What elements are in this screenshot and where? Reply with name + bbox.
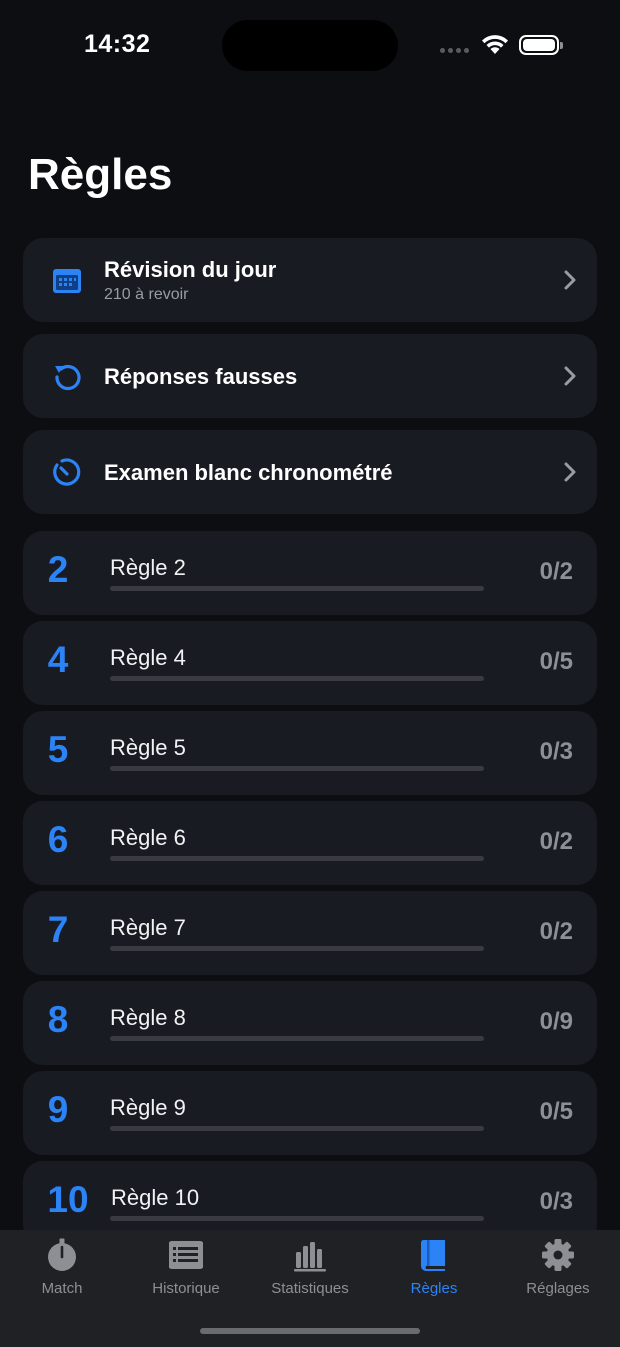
rule-row[interactable]: 4 Règle 4 0/5	[23, 621, 597, 705]
rule-row[interactable]: 6 Règle 6 0/2	[23, 801, 597, 885]
cellular-signal-icon	[440, 48, 469, 53]
gear-icon	[542, 1239, 574, 1271]
chevron-right-icon	[564, 366, 576, 386]
rule-name: Règle 8	[110, 1005, 186, 1030]
rule-score: 0/9	[539, 1008, 573, 1035]
rule-number: 7	[47, 909, 69, 950]
rule-score: 0/2	[539, 918, 573, 945]
rule-name: Règle 4	[110, 645, 186, 670]
rule-name: Règle 10	[111, 1185, 200, 1210]
chevron-right-icon	[564, 462, 576, 482]
page-title: Règles	[28, 150, 173, 199]
rule-row[interactable]: 5 Règle 5 0/3	[23, 711, 597, 795]
bar-chart-icon	[294, 1242, 326, 1272]
rule-number: 2	[47, 549, 69, 590]
rule-row[interactable]: 8 Règle 8 0/9	[23, 981, 597, 1065]
tab-historique[interactable]: Historique	[124, 1230, 248, 1320]
rule-score: 0/2	[539, 558, 573, 585]
retry-arrow-icon	[55, 364, 81, 391]
rule-number: 8	[47, 999, 69, 1040]
tab-regles[interactable]: Règles	[372, 1230, 496, 1320]
book-icon	[420, 1240, 445, 1271]
rule-name: Règle 2	[110, 555, 186, 580]
rule-name: Règle 6	[110, 825, 186, 850]
tab-match[interactable]: Match	[0, 1230, 124, 1320]
rule-number: 9	[47, 1089, 69, 1130]
rule-progress-bar	[110, 1036, 484, 1041]
daily-review-title: Révision du jour	[104, 257, 277, 282]
rule-progress-bar	[110, 946, 484, 951]
rule-row[interactable]: 2 Règle 2 0/2	[23, 531, 597, 615]
status-time: 14:32	[84, 30, 151, 58]
rule-number: 5	[47, 729, 69, 770]
rule-progress-bar	[110, 856, 484, 861]
rule-name: Règle 7	[110, 915, 186, 940]
rule-progress-bar	[110, 676, 484, 681]
stopwatch-icon	[48, 1238, 76, 1271]
rule-progress-bar	[110, 586, 484, 591]
daily-review-count: 210 à revoir	[104, 286, 189, 303]
rule-number: 10	[47, 1179, 89, 1220]
rule-row[interactable]: 7 Règle 7 0/2	[23, 891, 597, 975]
rule-name: Règle 5	[110, 735, 186, 760]
chevron-right-icon	[564, 270, 576, 290]
rule-score: 0/5	[539, 648, 573, 675]
tab-reglages[interactable]: Réglages	[496, 1230, 620, 1320]
wrong-answers-card[interactable]: Réponses fausses	[23, 334, 597, 418]
timer-icon	[53, 458, 81, 486]
tab-label: Historique	[152, 1280, 220, 1297]
wifi-icon	[482, 35, 508, 54]
rule-progress-bar	[110, 1126, 484, 1131]
rule-score: 0/3	[539, 738, 573, 765]
tab-statistiques[interactable]: Statistiques	[248, 1230, 372, 1320]
tab-label: Réglages	[526, 1280, 590, 1297]
rule-progress-bar	[110, 1216, 484, 1221]
battery-icon	[519, 35, 563, 55]
calendar-icon	[53, 269, 81, 293]
rule-number: 6	[47, 819, 69, 860]
tab-label: Match	[41, 1280, 83, 1297]
home-indicator	[200, 1328, 420, 1334]
tab-label: Statistiques	[271, 1280, 349, 1297]
timed-exam-card[interactable]: Examen blanc chronométré	[23, 430, 597, 514]
rule-score: 0/3	[539, 1188, 573, 1215]
rule-name: Règle 9	[110, 1095, 186, 1120]
rule-score: 0/5	[539, 1098, 573, 1125]
rule-score: 0/2	[539, 828, 573, 855]
rule-row[interactable]: 9 Règle 9 0/5	[23, 1071, 597, 1155]
timed-exam-title: Examen blanc chronométré	[104, 460, 393, 485]
tab-label: Règles	[410, 1280, 458, 1297]
wrong-answers-title: Réponses fausses	[104, 364, 298, 389]
dynamic-island	[222, 20, 398, 71]
list-icon	[169, 1241, 203, 1269]
daily-review-card[interactable]: Révision du jour 210 à revoir	[23, 238, 597, 322]
rule-progress-bar	[110, 766, 484, 771]
rule-number: 4	[47, 639, 69, 680]
